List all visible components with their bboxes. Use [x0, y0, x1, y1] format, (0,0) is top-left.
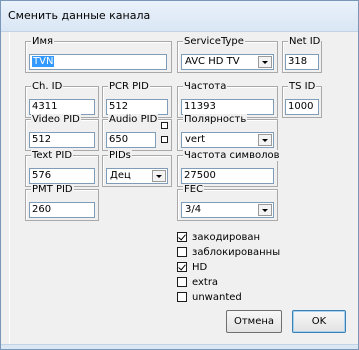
polarization-group: Полярность vert: [177, 114, 278, 151]
chevron-down-icon[interactable]: [258, 56, 272, 68]
net-id-label: Net ID: [288, 36, 322, 47]
service-type-group: ServiceType AVC HD TV: [177, 36, 278, 73]
service-type-select[interactable]: AVC HD TV: [181, 54, 274, 70]
net-id-field[interactable]: 318: [285, 54, 319, 70]
check-icon[interactable]: [177, 262, 187, 272]
window-title: Сменить данные канала: [8, 9, 151, 22]
chevron-down-icon[interactable]: [152, 170, 166, 182]
pids-label: PIDs: [108, 150, 132, 161]
ts-id-field[interactable]: 1000: [285, 99, 319, 115]
text-pid-field[interactable]: 576: [29, 168, 95, 184]
channel-edit-dialog: Сменить данные канала Имя TVN ServiceTyp…: [0, 0, 359, 350]
pids-select[interactable]: Дец: [106, 168, 168, 184]
unwanted-label: unwanted: [192, 292, 242, 303]
name-label: Имя: [31, 36, 55, 47]
fec-value: 3/4: [185, 204, 202, 215]
ch-id-field[interactable]: 4311: [29, 99, 95, 115]
pmt-pid-label: PMT PID: [31, 184, 74, 195]
title-bar[interactable]: Сменить данные канала: [1, 1, 358, 32]
ts-id-label: TS ID: [288, 81, 317, 92]
pcr-pid-field[interactable]: 512: [106, 99, 168, 115]
text-pid-label: Text PID: [31, 150, 74, 161]
audio-pid-option-checkbox-2[interactable]: [161, 136, 168, 143]
locked-label: заблокированны: [192, 247, 281, 258]
hd-label: HD: [192, 262, 208, 273]
checkbox-box[interactable]: [177, 247, 187, 257]
extra-label: extra: [192, 277, 219, 288]
text-pid-group: Text PID 576: [25, 150, 99, 187]
ch-id-label: Ch. ID: [31, 81, 64, 92]
frequency-field[interactable]: 11393: [181, 99, 274, 115]
video-pid-label: Video PID: [31, 114, 81, 125]
frequency-label: Частота: [183, 81, 228, 92]
audio-pid-label: Audio PID: [108, 114, 159, 125]
pids-value: Дец: [110, 170, 131, 181]
name-group: Имя TVN: [25, 36, 172, 73]
cancel-button[interactable]: Отмена: [226, 310, 282, 333]
pmt-pid-field[interactable]: 260: [29, 202, 95, 218]
audio-pid-group: Audio PID 650: [102, 114, 172, 151]
ts-id-group: TS ID 1000: [282, 81, 322, 118]
pids-group: PIDs Дец: [102, 150, 172, 187]
chevron-down-icon[interactable]: [258, 204, 272, 216]
name-field[interactable]: TVN: [29, 54, 167, 70]
checkbox-box[interactable]: [177, 292, 187, 302]
chevron-down-icon[interactable]: [258, 134, 272, 146]
pcr-pid-label: PCR PID: [108, 81, 150, 92]
fec-label: FEC: [183, 184, 205, 195]
service-type-label: ServiceType: [183, 36, 245, 47]
net-id-group: Net ID 318: [282, 36, 322, 73]
service-type-value: AVC HD TV: [185, 56, 240, 67]
checkbox-box[interactable]: [177, 277, 187, 287]
ok-button[interactable]: OK: [292, 310, 346, 333]
symbol-rate-field[interactable]: 27500: [181, 168, 274, 184]
video-pid-field[interactable]: 512: [29, 132, 95, 148]
fec-select[interactable]: 3/4: [181, 202, 274, 218]
fec-group: FEC 3/4: [177, 184, 278, 221]
symbol-rate-group: Частота символов 27500: [177, 150, 281, 187]
audio-pid-field[interactable]: 650: [106, 132, 156, 148]
polarization-select[interactable]: vert: [181, 132, 274, 148]
pmt-pid-group: PMT PID 260: [25, 184, 99, 221]
video-pid-group: Video PID 512: [25, 114, 99, 151]
dialog-body: Имя TVN ServiceType AVC HD TV Net ID 318…: [9, 32, 349, 344]
polarization-value: vert: [185, 134, 206, 145]
window-bottom-edge: [1, 344, 358, 349]
encrypted-label: закодирован: [192, 232, 261, 243]
name-value: TVN: [32, 56, 55, 67]
polarization-label: Полярность: [183, 114, 248, 125]
audio-pid-option-checkbox-1[interactable]: [161, 122, 168, 129]
symbol-rate-label: Частота символов: [183, 150, 281, 161]
check-icon[interactable]: [177, 232, 187, 242]
